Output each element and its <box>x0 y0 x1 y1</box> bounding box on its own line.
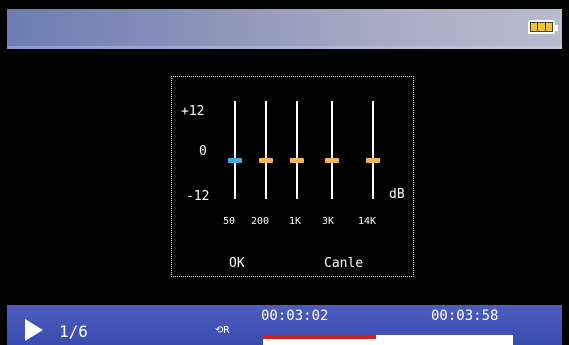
band-thumb-1k[interactable] <box>290 158 304 163</box>
screen: +12 0 -12 dB 50 200 1K 3K 14K OK Canle 1… <box>7 9 562 345</box>
equalizer-panel: +12 0 -12 dB 50 200 1K 3K 14K OK Canle <box>171 76 414 277</box>
progress-fill <box>263 335 376 339</box>
cancel-button[interactable]: Canle <box>324 256 363 271</box>
band-label-50: 50 <box>223 216 236 227</box>
band-slider-3k[interactable] <box>331 101 333 199</box>
band-slider-1k[interactable] <box>296 101 298 199</box>
band-slider-14k[interactable] <box>372 101 374 199</box>
elapsed-time: 00:03:02 <box>261 308 329 324</box>
band-label-200: 200 <box>251 216 270 227</box>
ok-button[interactable]: OK <box>229 256 245 271</box>
band-thumb-50[interactable] <box>228 158 242 163</box>
battery-icon <box>528 20 558 34</box>
player-bar: 1/6 ⟲R 00:03:02 00:03:58 <box>7 305 562 345</box>
band-thumb-200[interactable] <box>259 158 273 163</box>
band-slider-200[interactable] <box>265 101 267 199</box>
unit-label: dB <box>389 187 405 202</box>
band-thumb-3k[interactable] <box>325 158 339 163</box>
level-label-top: +12 <box>181 104 205 119</box>
band-thumb-14k[interactable] <box>366 158 380 163</box>
repeat-icon[interactable]: ⟲R <box>215 325 229 336</box>
band-slider-50[interactable] <box>234 101 236 199</box>
total-time: 00:03:58 <box>431 308 499 324</box>
play-icon[interactable] <box>25 319 43 341</box>
progress-bar[interactable] <box>263 335 513 345</box>
track-index: 1/6 <box>59 322 88 341</box>
level-label-mid: 0 <box>199 144 207 159</box>
band-label-3k: 3K <box>322 216 335 227</box>
level-label-bottom: -12 <box>186 189 210 204</box>
top-status-bar <box>7 9 562 49</box>
band-label-14k: 14K <box>358 216 377 227</box>
band-label-1k: 1K <box>289 216 302 227</box>
